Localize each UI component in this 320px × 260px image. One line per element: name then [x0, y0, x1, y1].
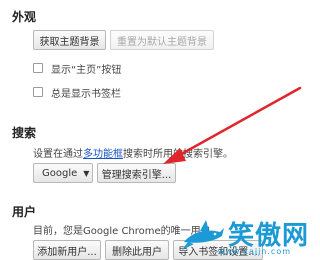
omnibox-link[interactable]: 多功能框: [83, 149, 123, 160]
get-themes-button[interactable]: 获取主题背景: [33, 30, 106, 50]
search-engine-value: Google: [42, 167, 78, 179]
search-section-title: 搜索: [12, 126, 37, 140]
users-section-title: 用户: [12, 205, 37, 219]
show-home-label: 显示“主页”按钮: [51, 64, 122, 76]
search-desc-suffix: 搜索时所用的搜索引擎。: [123, 149, 233, 160]
show-home-row[interactable]: 显示“主页”按钮: [33, 61, 122, 76]
reset-theme-button[interactable]: 重置为默认主题背景: [110, 30, 214, 50]
caret-down-icon: ▼: [83, 168, 90, 178]
search-description: 设置在通过多功能框搜索时所用的搜索引擎。: [33, 145, 233, 160]
watermark-name: 笑傲网: [227, 221, 309, 251]
watermark: 笑傲网 www.xajjn.com: [159, 216, 309, 256]
watermark-domain: www.xajjn.com: [217, 247, 291, 256]
bookmarks-bar-row[interactable]: 总是显示书签栏: [33, 85, 121, 100]
show-home-checkbox[interactable]: [33, 63, 43, 73]
manage-search-engines-button[interactable]: 管理搜索引擎...: [97, 163, 176, 183]
add-user-button[interactable]: 添加新用户...: [33, 240, 101, 260]
bookmarks-bar-checkbox[interactable]: [33, 87, 43, 97]
appearance-section-title: 外观: [12, 10, 37, 24]
search-desc-prefix: 设置在通过: [33, 149, 83, 160]
bookmarks-bar-label: 总是显示书签栏: [51, 88, 121, 100]
search-engine-select[interactable]: Google ▼: [33, 163, 93, 183]
